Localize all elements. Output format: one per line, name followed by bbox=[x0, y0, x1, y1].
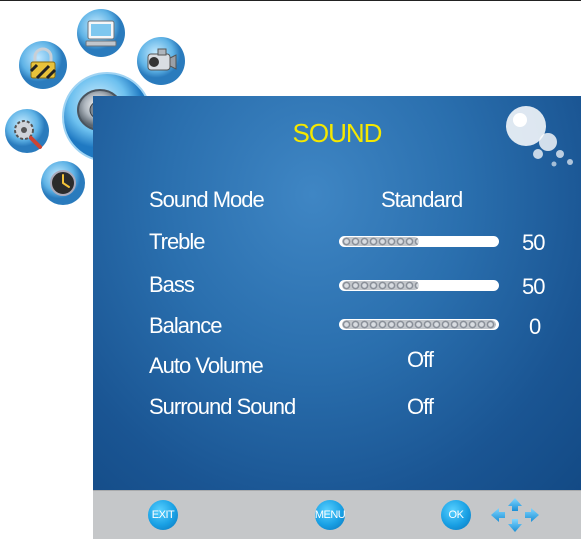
balance-slider-fill bbox=[342, 320, 496, 329]
bass-label[interactable]: Bass bbox=[149, 272, 195, 298]
direction-arrows-icon[interactable] bbox=[489, 497, 541, 533]
surround-sound-value[interactable]: Off bbox=[407, 394, 434, 420]
sound-mode-label[interactable]: Sound Mode bbox=[149, 187, 265, 213]
sound-mode-value[interactable]: Standard bbox=[381, 187, 463, 213]
ok-button[interactable]: OK bbox=[441, 500, 471, 530]
lock-icon[interactable] bbox=[18, 40, 68, 90]
auto-volume-label[interactable]: Auto Volume bbox=[149, 353, 264, 379]
clock-icon[interactable] bbox=[40, 160, 86, 206]
bass-slider-fill bbox=[342, 281, 419, 290]
balance-value: 0 bbox=[529, 314, 541, 339]
treble-label[interactable]: Treble bbox=[149, 229, 206, 255]
balance-label[interactable]: Balance bbox=[149, 313, 223, 339]
treble-value: 50 bbox=[522, 230, 546, 255]
surround-sound-label[interactable]: Surround Sound bbox=[149, 394, 296, 420]
settings-icon[interactable] bbox=[4, 108, 50, 154]
auto-volume-value[interactable]: Off bbox=[407, 347, 434, 373]
computer-icon[interactable] bbox=[76, 8, 126, 58]
bass-value: 50 bbox=[522, 274, 546, 299]
exit-button[interactable]: EXIT bbox=[148, 500, 178, 530]
treble-slider[interactable] bbox=[339, 236, 499, 247]
menu-button[interactable]: MENU bbox=[315, 500, 346, 530]
bottom-nav-bar: EXIT MENU OK bbox=[93, 490, 581, 539]
bass-slider[interactable] bbox=[339, 280, 499, 291]
bubbles-icon bbox=[506, 106, 573, 167]
sound-menu-panel: SOUND Sound Mode Standard Treble 50 Bass… bbox=[93, 96, 581, 490]
balance-slider[interactable] bbox=[339, 319, 499, 330]
treble-slider-fill bbox=[342, 237, 419, 246]
top-border bbox=[0, 0, 581, 1]
